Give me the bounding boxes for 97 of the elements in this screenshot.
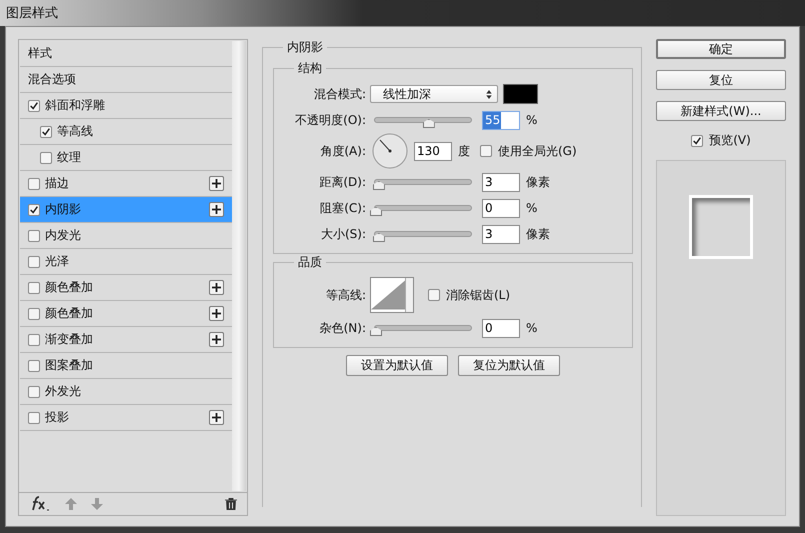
group-title: 品质 (294, 254, 326, 271)
trash-icon[interactable] (225, 498, 237, 510)
preview-label: 预览(V) (709, 132, 751, 149)
checkbox[interactable] (28, 230, 40, 242)
effect-list-item[interactable]: 外发光 (20, 379, 232, 405)
effect-list-item[interactable]: 内发光 (20, 223, 232, 249)
checkbox[interactable] (28, 308, 40, 320)
checkbox[interactable] (28, 412, 40, 424)
option-label: 消除锯齿(L) (446, 286, 510, 304)
checkbox[interactable] (28, 256, 40, 268)
field-label: 距离(D): (318, 174, 367, 190)
checkbox[interactable] (691, 134, 704, 146)
angle-dial[interactable] (372, 133, 408, 169)
up-arrow-icon[interactable] (65, 498, 77, 510)
input-field[interactable]: 130 (414, 142, 452, 160)
slider-thumb[interactable] (372, 233, 385, 242)
effect-list-item[interactable]: 光泽 (20, 249, 232, 275)
add-icon[interactable] (209, 280, 224, 295)
effect-list-item[interactable]: 投影 (20, 405, 232, 431)
checkbox[interactable] (28, 360, 40, 372)
unit-label: % (526, 113, 538, 127)
effect-label: 混合选项 (28, 71, 77, 88)
input-field[interactable]: 3 (482, 224, 520, 244)
checkbox[interactable] (40, 152, 52, 164)
default-button[interactable]: 复位为默认值 (458, 355, 560, 376)
input-field[interactable]: 0 (482, 198, 520, 218)
blend-mode-dropdown[interactable]: 线性加深 (370, 85, 498, 103)
field-label: 杂色(N): (318, 320, 367, 336)
group-title: 内阴影 (283, 39, 327, 56)
slider-thumb[interactable] (372, 181, 385, 190)
unit-label: % (526, 321, 538, 335)
window-title: 图层样式 (6, 5, 58, 22)
slider-thumb[interactable] (370, 207, 382, 216)
effect-label: 光泽 (45, 253, 70, 270)
preview-square-drawing (689, 195, 753, 259)
add-icon[interactable] (209, 332, 224, 347)
option-label: 使用全局光(G) (498, 142, 577, 160)
slider-thumb[interactable] (370, 327, 382, 336)
effect-label: 外发光 (45, 383, 82, 400)
effect-list-item[interactable]: 内阴影 (20, 197, 232, 223)
scrollbar[interactable] (232, 41, 246, 491)
contour-picker[interactable] (370, 277, 414, 313)
effect-label: 投影 (45, 409, 70, 426)
stepper-arrows-icon (486, 90, 492, 98)
input-field[interactable]: 55 (482, 110, 520, 130)
checkbox[interactable] (28, 386, 40, 398)
checkbox[interactable] (480, 145, 492, 157)
effect-label: 内发光 (45, 227, 82, 244)
effect-list-item[interactable]: 渐变叠加 (20, 327, 232, 353)
default-button[interactable]: 设置为默认值 (346, 355, 448, 376)
unit-label: % (526, 201, 538, 215)
checkbox[interactable] (28, 204, 40, 216)
down-arrow-icon[interactable] (91, 498, 103, 510)
field-label: 阻塞(C): (319, 200, 367, 216)
effect-label: 纹理 (57, 149, 82, 166)
field-label: 等高线: (324, 286, 367, 304)
effect-list-item[interactable]: 等高线 (20, 119, 232, 145)
fx-icon[interactable] (29, 496, 51, 512)
effect-list-item[interactable]: 图案叠加 (20, 353, 232, 379)
field-label: 不透明度(O): (294, 112, 367, 128)
field-label: 混合模式: (312, 86, 367, 102)
effect-label: 描边 (45, 175, 70, 192)
unit-label: 度 (458, 142, 470, 160)
effect-label: 渐变叠加 (45, 331, 94, 348)
dialog-button[interactable]: 确定 (656, 39, 786, 59)
add-icon[interactable] (209, 306, 224, 321)
checkbox[interactable] (28, 334, 40, 346)
input-field[interactable]: 3 (482, 172, 520, 192)
unit-label: 像素 (526, 174, 550, 190)
field-label: 大小(S): (320, 226, 367, 242)
checkbox[interactable] (40, 126, 52, 138)
unit-label: 像素 (526, 226, 550, 242)
effect-label: 图案叠加 (45, 357, 94, 374)
effect-list-item[interactable]: 颜色叠加 (20, 275, 232, 301)
effect-list-item[interactable]: 颜色叠加 (20, 301, 232, 327)
group-title: 结构 (294, 60, 326, 77)
dialog-button[interactable]: 新建样式(W)... (656, 101, 786, 121)
checkbox[interactable] (28, 178, 40, 190)
add-icon[interactable] (209, 176, 224, 191)
effect-label: 颜色叠加 (45, 279, 94, 296)
effect-list-item[interactable]: 斜面和浮雕 (20, 93, 232, 119)
slider-thumb[interactable] (422, 119, 435, 128)
dialog-button[interactable]: 复位 (656, 70, 786, 90)
add-icon[interactable] (209, 410, 224, 425)
input-field[interactable]: 0 (482, 318, 520, 338)
effect-label: 颜色叠加 (45, 305, 94, 322)
effect-list-item[interactable]: 纹理 (20, 145, 232, 171)
checkbox[interactable] (428, 289, 440, 301)
checkbox[interactable] (28, 282, 40, 294)
effect-label: 斜面和浮雕 (45, 97, 106, 114)
add-icon[interactable] (209, 202, 224, 217)
effect-label: 内阴影 (45, 201, 82, 218)
effect-label: 样式 (28, 45, 53, 62)
field-label: 角度(A): (319, 142, 367, 160)
effect-label: 等高线 (57, 123, 94, 140)
checkbox[interactable] (28, 100, 40, 112)
color-swatch[interactable] (503, 84, 538, 104)
